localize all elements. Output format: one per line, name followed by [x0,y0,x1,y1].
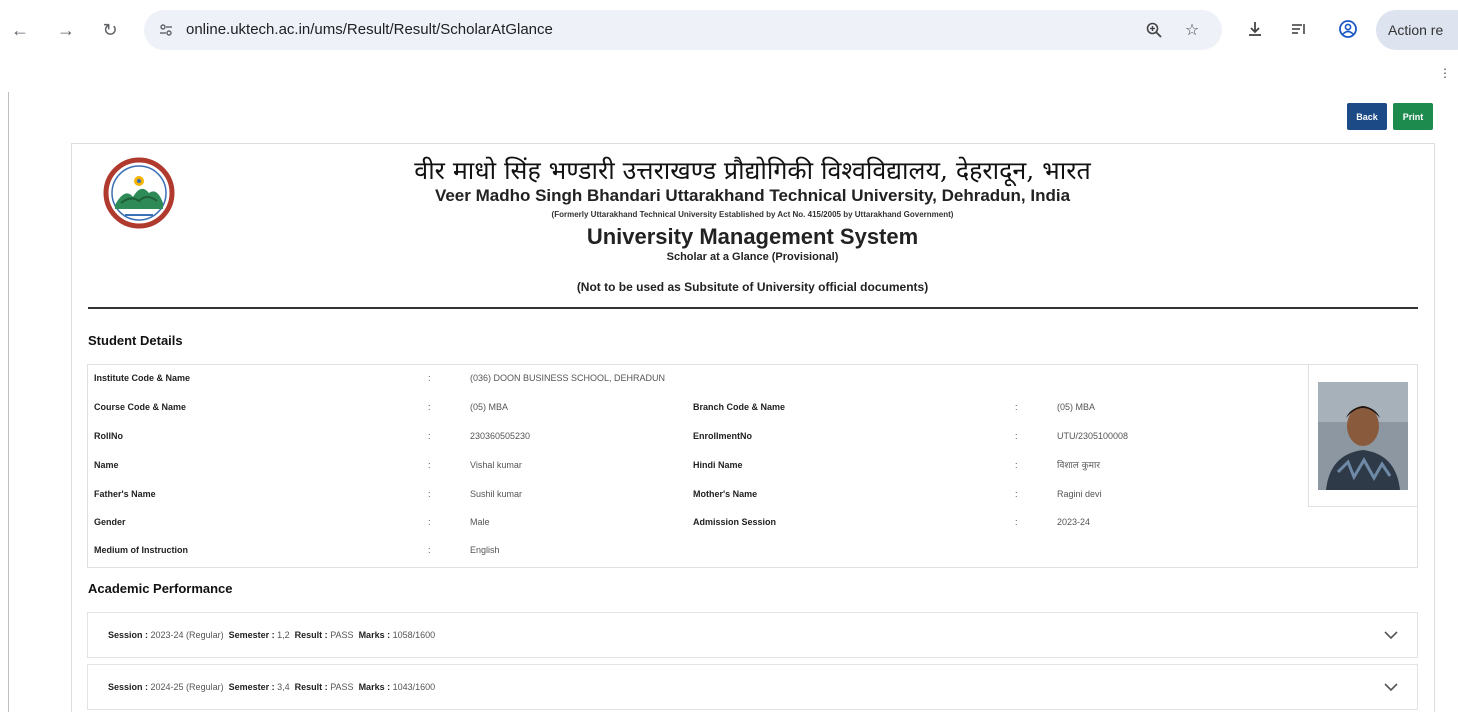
colon: : [1015,517,1018,527]
student-details-title: Student Details [88,333,183,348]
university-logo [103,157,175,229]
disclaimer: (Not to be used as Subsitute of Universi… [576,280,929,294]
colon: : [1015,431,1018,441]
colon: : [1015,402,1018,412]
branch-label: Branch Code & Name [693,402,786,412]
mother-name-label: Mother's Name [693,489,758,499]
marks-value: 1043/1600 [392,682,436,692]
branch-value: (05) MBA [1057,402,1096,412]
colon: : [428,489,431,499]
forward-arrow-icon[interactable]: → [52,16,80,44]
profile-icon[interactable] [1336,17,1360,41]
semester-label: Semester : [228,682,275,692]
course-label: Course Code & Name [94,402,187,412]
medium-value: English [470,545,500,555]
menu-dot-icon[interactable]: ⋮ [1439,66,1451,80]
colon: : [1015,460,1018,470]
enrollment-value: UTU/2305100008 [1057,431,1129,441]
print-button[interactable]: Print [1393,103,1433,130]
site-info-icon[interactable] [156,20,176,40]
name-label: Name [94,460,119,470]
academic-performance-title: Academic Performance [88,581,233,596]
hindi-name-label: Hindi Name [693,460,743,470]
rollno-value: 230360505230 [470,431,531,441]
colon: : [428,402,431,412]
performance-row[interactable]: Session : 2024-25 (Regular) Semester : 3… [87,664,1418,710]
marks-value: 1058/1600 [392,630,436,640]
father-name-value: Sushil kumar [470,489,523,499]
result-label: Result : [294,682,328,692]
bookmark-star-icon[interactable]: ☆ [1182,20,1202,40]
colon: : [428,517,431,527]
gender-label: Gender [94,517,126,527]
university-name-hindi: वीर माधो सिंह भण्डारी उत्तराखण्ड प्रौद्य… [414,156,1091,185]
colon: : [428,431,431,441]
session-label: Session : [108,682,149,692]
back-button[interactable]: Back [1347,103,1387,130]
medium-label: Medium of Instruction [94,545,188,555]
semester-value: 3,4 [277,682,290,692]
address-bar[interactable]: online.uktech.ac.in/ums/Result/Result/Sc… [144,10,1222,50]
semester-value: 1,2 [277,630,290,640]
url-text[interactable]: online.uktech.ac.in/ums/Result/Result/Sc… [186,21,553,38]
admission-session-label: Admission Session [693,517,777,527]
hindi-name-value: विशाल कुमार [1057,461,1101,471]
session-value: 2024-25 (Regular) [150,682,224,692]
page-subtitle: Scholar at a Glance (Provisional) [666,251,839,263]
result-value: PASS [330,630,354,640]
university-name-english: Veer Madho Singh Bhandari Uttarakhand Te… [434,186,1071,205]
admission-session-value: 2023-24 [1057,517,1091,527]
gender-value: Male [470,517,490,527]
performance-row[interactable]: Session : 2023-24 (Regular) Semester : 1… [87,612,1418,658]
institute-label: Institute Code & Name [94,373,191,383]
colon: : [428,545,431,555]
reading-list-icon[interactable] [1287,17,1311,41]
result-label: Result : [294,630,328,640]
zoom-icon[interactable] [1144,20,1164,40]
semester-label: Semester : [228,630,275,640]
result-value: PASS [330,682,354,692]
chevron-down-icon[interactable] [1383,627,1399,643]
system-title: University Management System [586,224,919,249]
formerly-note: (Formerly Uttarakhand Technical Universi… [551,210,954,219]
marks-label: Marks : [358,630,391,640]
chevron-down-icon[interactable] [1383,679,1399,695]
action-chip[interactable]: Action re [1376,10,1458,50]
colon: : [1015,489,1018,499]
marks-label: Marks : [358,682,391,692]
enrollment-label: EnrollmentNo [693,431,753,441]
session-label: Session : [108,630,149,640]
colon: : [428,373,431,383]
colon: : [428,460,431,470]
header-divider [88,307,1418,309]
download-icon[interactable] [1243,17,1267,41]
reload-icon[interactable]: ↻ [96,16,124,44]
student-photo [1318,382,1408,490]
browser-toolbar: ← → ↻ online.uktech.ac.in/ums/Result/Res… [0,0,1458,62]
session-value: 2023-24 (Regular) [150,630,224,640]
rollno-label: RollNo [94,431,123,441]
page-left-border [8,92,9,712]
back-arrow-icon[interactable]: ← [6,16,34,44]
mother-name-value: Ragini devi [1057,489,1102,499]
name-value: Vishal kumar [470,460,522,470]
father-name-label: Father's Name [94,489,156,499]
institute-value: (036) DOON BUSINESS SCHOOL, DEHRADUN [470,373,666,383]
student-details-table [87,364,1418,568]
course-value: (05) MBA [470,402,509,412]
